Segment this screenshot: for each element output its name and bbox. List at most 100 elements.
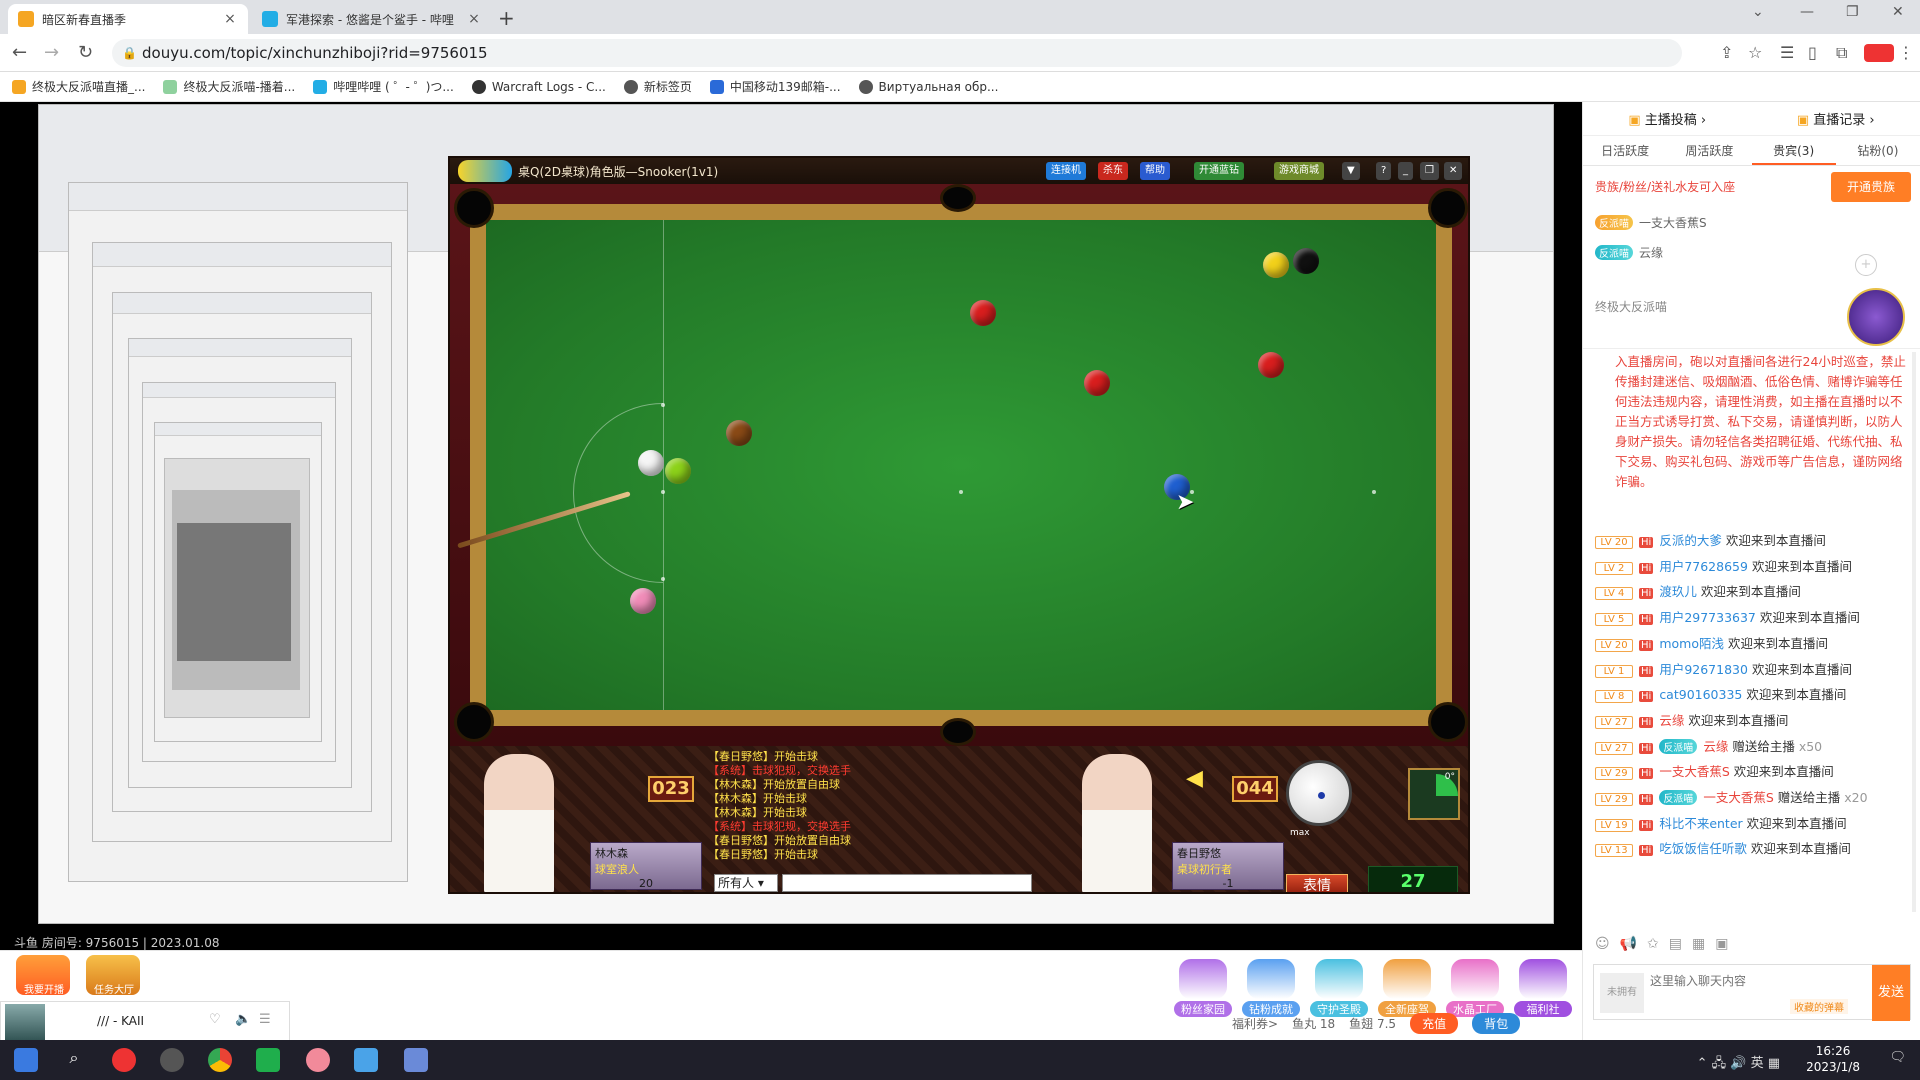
danmu-badge[interactable]: 未拥有 xyxy=(1600,973,1644,1013)
bag-button[interactable]: 背包 xyxy=(1472,1013,1521,1034)
url-field[interactable]: 🔒 douyu.com/topic/xinchunzhiboji?rid=975… xyxy=(112,39,1682,67)
feature-shortcut[interactable]: 粉丝家园 xyxy=(1174,959,1232,1017)
chat-username[interactable]: 吃饭饭信任听歌 xyxy=(1659,841,1747,856)
star-icon[interactable]: ✩ xyxy=(1647,936,1659,952)
game-button[interactable]: 连接机 xyxy=(1046,162,1086,180)
snooker-app-icon[interactable] xyxy=(404,1048,428,1072)
profile-avatar[interactable] xyxy=(1864,44,1894,62)
chat-username[interactable]: 渡玖儿 xyxy=(1659,584,1697,599)
minimize-icon[interactable]: — xyxy=(1800,4,1814,20)
clock[interactable]: 16:26 2023/1/8 xyxy=(1806,1043,1860,1075)
vip-user-row[interactable]: 反派喵 一支大香蕉S xyxy=(1595,214,1707,231)
host-submissions-link[interactable]: ▣ 主播投稿 › xyxy=(1628,109,1706,128)
emote-button[interactable]: 表情 xyxy=(1286,874,1348,892)
chat-username[interactable]: 云缘 xyxy=(1703,739,1728,754)
share-icon[interactable]: ⇪ xyxy=(1720,43,1733,62)
forward-icon[interactable]: → xyxy=(44,42,59,63)
minimize-icon[interactable]: _ xyxy=(1398,162,1413,180)
live-video-stage[interactable]: 斗鱼 房间号: 9756015 | 2023.01.08 桌Q(2D桌球)角色版… xyxy=(0,102,1582,950)
extensions-icon[interactable]: ⧉ xyxy=(1836,43,1847,63)
angle-gauge[interactable]: 0° xyxy=(1408,768,1460,820)
tab-diamond-fans[interactable]: 钻粉(0) xyxy=(1836,136,1920,165)
blue-diamond-button[interactable]: 开通蓝钻 xyxy=(1194,162,1244,180)
bookmark-star-icon[interactable]: ☆ xyxy=(1748,43,1762,62)
search-icon[interactable]: ⌕ xyxy=(62,1048,86,1072)
chat-username[interactable]: 用户297733637 xyxy=(1659,610,1756,625)
browser-tab-active[interactable]: 暗区新春直播季 × xyxy=(8,4,248,34)
netease-music-icon[interactable] xyxy=(112,1048,136,1072)
tab-daily-activity[interactable]: 日活跃度 xyxy=(1583,136,1667,165)
steam-icon[interactable] xyxy=(160,1048,184,1072)
feature-shortcut[interactable]: 福利社 xyxy=(1514,959,1572,1017)
fans-icon[interactable]: ▤ xyxy=(1669,936,1682,952)
chat-username[interactable]: momo陌浅 xyxy=(1659,636,1724,651)
playlist-icon[interactable]: ☰ xyxy=(259,1012,271,1027)
game-chat-input[interactable] xyxy=(782,874,1032,892)
bookmark-item[interactable]: 哔哩哔哩 ( ゜- ゜)つ... xyxy=(313,78,454,95)
chat-username[interactable]: cat90160335 xyxy=(1659,687,1742,702)
chat-username[interactable]: 一支大香蕉S xyxy=(1703,790,1773,805)
menu-icon[interactable]: ⋮ xyxy=(1898,43,1914,62)
chat-target-select[interactable]: 所有人 ▾ xyxy=(714,874,778,892)
snooker-game-window[interactable]: 桌Q(2D桌球)角色版—Snooker(1v1) 连接机 杀东 帮助 开通蓝钻 … xyxy=(448,156,1470,894)
tab-vip[interactable]: 贵宾(3) xyxy=(1751,136,1836,165)
feature-shortcut[interactable]: 全新座驾 xyxy=(1378,959,1436,1017)
card-icon[interactable]: ▣ xyxy=(1715,936,1728,952)
volume-icon[interactable]: 🔈 xyxy=(235,1012,251,1027)
live-records-link[interactable]: ▣ 直播记录 › xyxy=(1797,109,1875,128)
game-store-button[interactable]: 游戏商城 xyxy=(1274,162,1324,180)
start-menu-icon[interactable] xyxy=(14,1048,38,1072)
chat-scrollbar[interactable] xyxy=(1912,352,1916,912)
boat-app-icon[interactable] xyxy=(354,1048,378,1072)
heart-icon[interactable]: ♡ xyxy=(209,1012,221,1027)
tab-weekly-activity[interactable]: 周活跃度 xyxy=(1667,136,1751,165)
bookmark-item[interactable]: 终极大反派喵-播着... xyxy=(163,78,295,95)
reload-icon[interactable]: ↻ xyxy=(78,42,93,63)
app-icon[interactable] xyxy=(306,1048,330,1072)
chevron-down-icon[interactable]: ⌄ xyxy=(1752,4,1764,20)
saved-danmu-link[interactable]: 收藏的弹幕 xyxy=(1790,999,1848,1014)
help-icon[interactable]: ? xyxy=(1376,162,1392,180)
vip-user-row[interactable]: 反派喵 云缘 xyxy=(1595,244,1663,261)
feature-shortcut[interactable]: 水晶工厂 xyxy=(1446,959,1504,1017)
chat-username[interactable]: 云缘 xyxy=(1659,713,1684,728)
restore-icon[interactable]: ❐ xyxy=(1420,162,1439,180)
chrome-icon[interactable] xyxy=(208,1048,232,1072)
bookmark-item[interactable]: Виртуальная обр... xyxy=(858,79,998,94)
restore-icon[interactable]: ❐ xyxy=(1846,4,1859,20)
close-icon[interactable]: × xyxy=(222,11,238,27)
close-window-icon[interactable]: ✕ xyxy=(1892,4,1904,20)
recharge-button[interactable]: 充值 xyxy=(1410,1013,1459,1034)
chat-input[interactable] xyxy=(1650,969,1870,993)
chat-username[interactable]: 一支大香蕉S xyxy=(1659,764,1729,779)
help-button[interactable]: 帮助 xyxy=(1140,162,1170,180)
chat-username[interactable]: 用户92671830 xyxy=(1659,662,1748,677)
feature-shortcut[interactable]: 守护圣殿 xyxy=(1310,959,1368,1017)
spin-dot[interactable] xyxy=(1318,792,1325,799)
bookmark-item[interactable]: 中国移动139邮箱-... xyxy=(709,78,841,95)
notification-icon[interactable]: 🗨 xyxy=(1889,1050,1906,1065)
reading-list-icon[interactable]: ☰ xyxy=(1780,43,1794,62)
chat-username[interactable]: 科比不来enter xyxy=(1659,816,1742,831)
close-icon[interactable]: × xyxy=(466,11,482,27)
gift-icon[interactable]: ▦ xyxy=(1692,936,1705,952)
add-seat-icon[interactable]: + xyxy=(1855,254,1877,276)
cue-ball[interactable] xyxy=(638,450,664,476)
emoji-icon[interactable]: ☺ xyxy=(1595,936,1610,952)
chat-username[interactable]: 反派的大爹 xyxy=(1659,533,1722,548)
open-vip-button[interactable]: 开通贵族 xyxy=(1831,172,1911,202)
feature-shortcut[interactable]: 钻粉成就 xyxy=(1242,959,1300,1017)
bookmark-item[interactable]: Warcraft Logs - C... xyxy=(471,79,606,94)
bookmark-item[interactable]: 新标签页 xyxy=(623,78,692,95)
megaphone-icon[interactable]: 📢 xyxy=(1620,936,1637,952)
settings-icon[interactable]: ▼ xyxy=(1342,162,1360,180)
close-icon[interactable]: ✕ xyxy=(1444,162,1463,180)
bookmark-item[interactable]: 终极大反派喵直播_... xyxy=(12,78,145,95)
send-button[interactable]: 发送 xyxy=(1872,965,1910,1021)
terminal-icon[interactable] xyxy=(256,1048,280,1072)
chat-username[interactable]: 用户77628659 xyxy=(1659,559,1748,574)
browser-tab[interactable]: 军港探索 - 悠酱是个鲨手 - 哔哩 × xyxy=(252,4,492,34)
spin-selector[interactable] xyxy=(1286,760,1352,826)
back-icon[interactable]: ← xyxy=(12,42,27,63)
benefit-link[interactable]: 福利券> xyxy=(1232,1015,1278,1032)
